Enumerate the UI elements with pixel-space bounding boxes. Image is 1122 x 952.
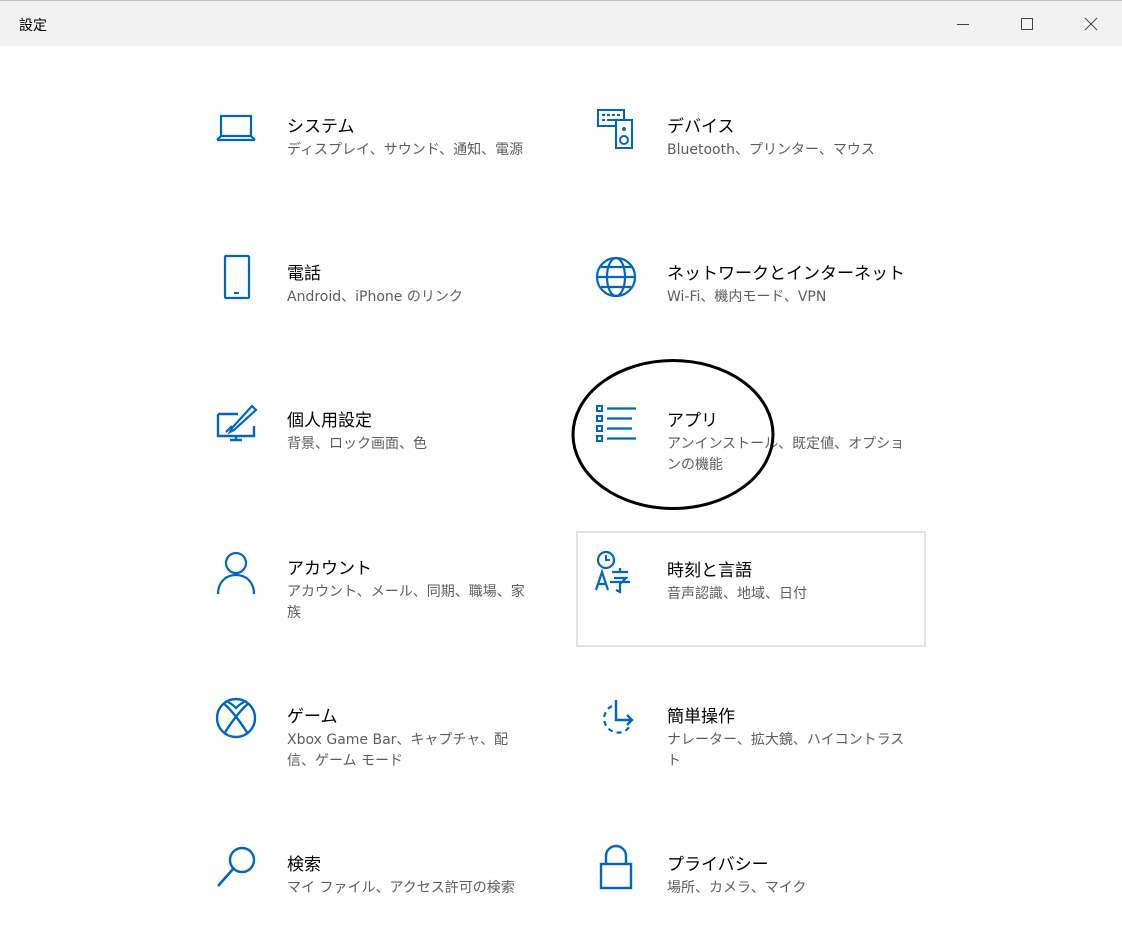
- tile-title: デバイス: [667, 117, 735, 137]
- minimize-icon: [957, 23, 969, 25]
- tile-network[interactable]: ネットワークとインターネット Wi-Fi、機内モード、VPN: [592, 245, 942, 361]
- tile-gaming[interactable]: ゲーム Xbox Game Bar、キャプチャ、配信、ゲーム モード: [212, 688, 562, 804]
- tile-accounts[interactable]: アカウント アカウント、メール、同期、職場、家族: [212, 540, 562, 656]
- tile-description: アカウント、メール、同期、職場、家族: [287, 584, 525, 621]
- tile-personalization[interactable]: 個人用設定 背景、ロック画面、色: [212, 392, 562, 508]
- tile-devices[interactable]: デバイス Bluetooth、プリンター、マウス: [592, 98, 942, 214]
- close-icon: [1084, 17, 1098, 30]
- tile-description: 音声認識、地域、日付: [667, 586, 807, 602]
- search-icon: [212, 842, 260, 890]
- maximize-button[interactable]: [1004, 1, 1050, 46]
- globe-icon: [592, 253, 640, 301]
- maximize-icon: [1021, 17, 1033, 30]
- tile-description: ナレーター、拡大鏡、ハイコントラスト: [667, 732, 905, 769]
- tile-title: 電話: [287, 264, 321, 284]
- apps-list-icon: [592, 400, 640, 448]
- title-bar: 設定: [0, 0, 1122, 46]
- personalization-icon: [212, 400, 260, 448]
- tile-title: ゲーム: [287, 707, 338, 727]
- tile-description: Bluetooth、プリンター、マウス: [667, 142, 875, 158]
- tile-system[interactable]: システム ディスプレイ、サウンド、通知、電源: [212, 98, 562, 214]
- tile-phone[interactable]: 電話 Android、iPhone のリンク: [212, 245, 562, 361]
- tile-ease-of-access[interactable]: 簡単操作 ナレーター、拡大鏡、ハイコントラスト: [592, 688, 942, 804]
- tile-title: プライバシー: [667, 855, 769, 875]
- person-icon: [212, 548, 260, 596]
- minimize-button[interactable]: [940, 1, 986, 46]
- tile-privacy[interactable]: プライバシー 場所、カメラ、マイク: [592, 836, 942, 952]
- tile-title: アプリ: [667, 411, 718, 431]
- tile-apps[interactable]: アプリ アンインストール、既定値、オプションの機能: [592, 392, 942, 508]
- tile-title: システム: [287, 117, 355, 137]
- close-button[interactable]: [1068, 1, 1114, 46]
- window-title: 設定: [19, 18, 47, 34]
- tile-title: 個人用設定: [287, 411, 372, 431]
- tile-title: 時刻と言語: [667, 561, 752, 581]
- tile-title: 検索: [287, 855, 321, 875]
- tile-description: Android、iPhone のリンク: [287, 289, 463, 305]
- tile-title: アカウント: [287, 559, 372, 579]
- time-language-icon: [592, 548, 640, 596]
- tile-description: ディスプレイ、サウンド、通知、電源: [287, 142, 524, 158]
- tile-description: Xbox Game Bar、キャプチャ、配信、ゲーム モード: [287, 732, 508, 769]
- tile-title: 簡単操作: [667, 707, 735, 727]
- tile-description: Wi-Fi、機内モード、VPN: [667, 289, 827, 305]
- tile-title: ネットワークとインターネット: [667, 264, 905, 284]
- laptop-icon: [212, 104, 260, 152]
- devices-icon: [592, 104, 640, 152]
- tile-description: 背景、ロック画面、色: [287, 436, 427, 452]
- tile-search[interactable]: 検索 マイ ファイル、アクセス許可の検索: [212, 836, 562, 952]
- phone-icon: [212, 253, 260, 301]
- xbox-icon: [212, 694, 260, 742]
- tile-description: アンインストール、既定値、オプションの機能: [667, 436, 905, 473]
- ease-of-access-icon: [592, 694, 640, 742]
- lock-icon: [592, 842, 640, 890]
- tile-time-language[interactable]: 時刻と言語 音声認識、地域、日付: [576, 531, 926, 647]
